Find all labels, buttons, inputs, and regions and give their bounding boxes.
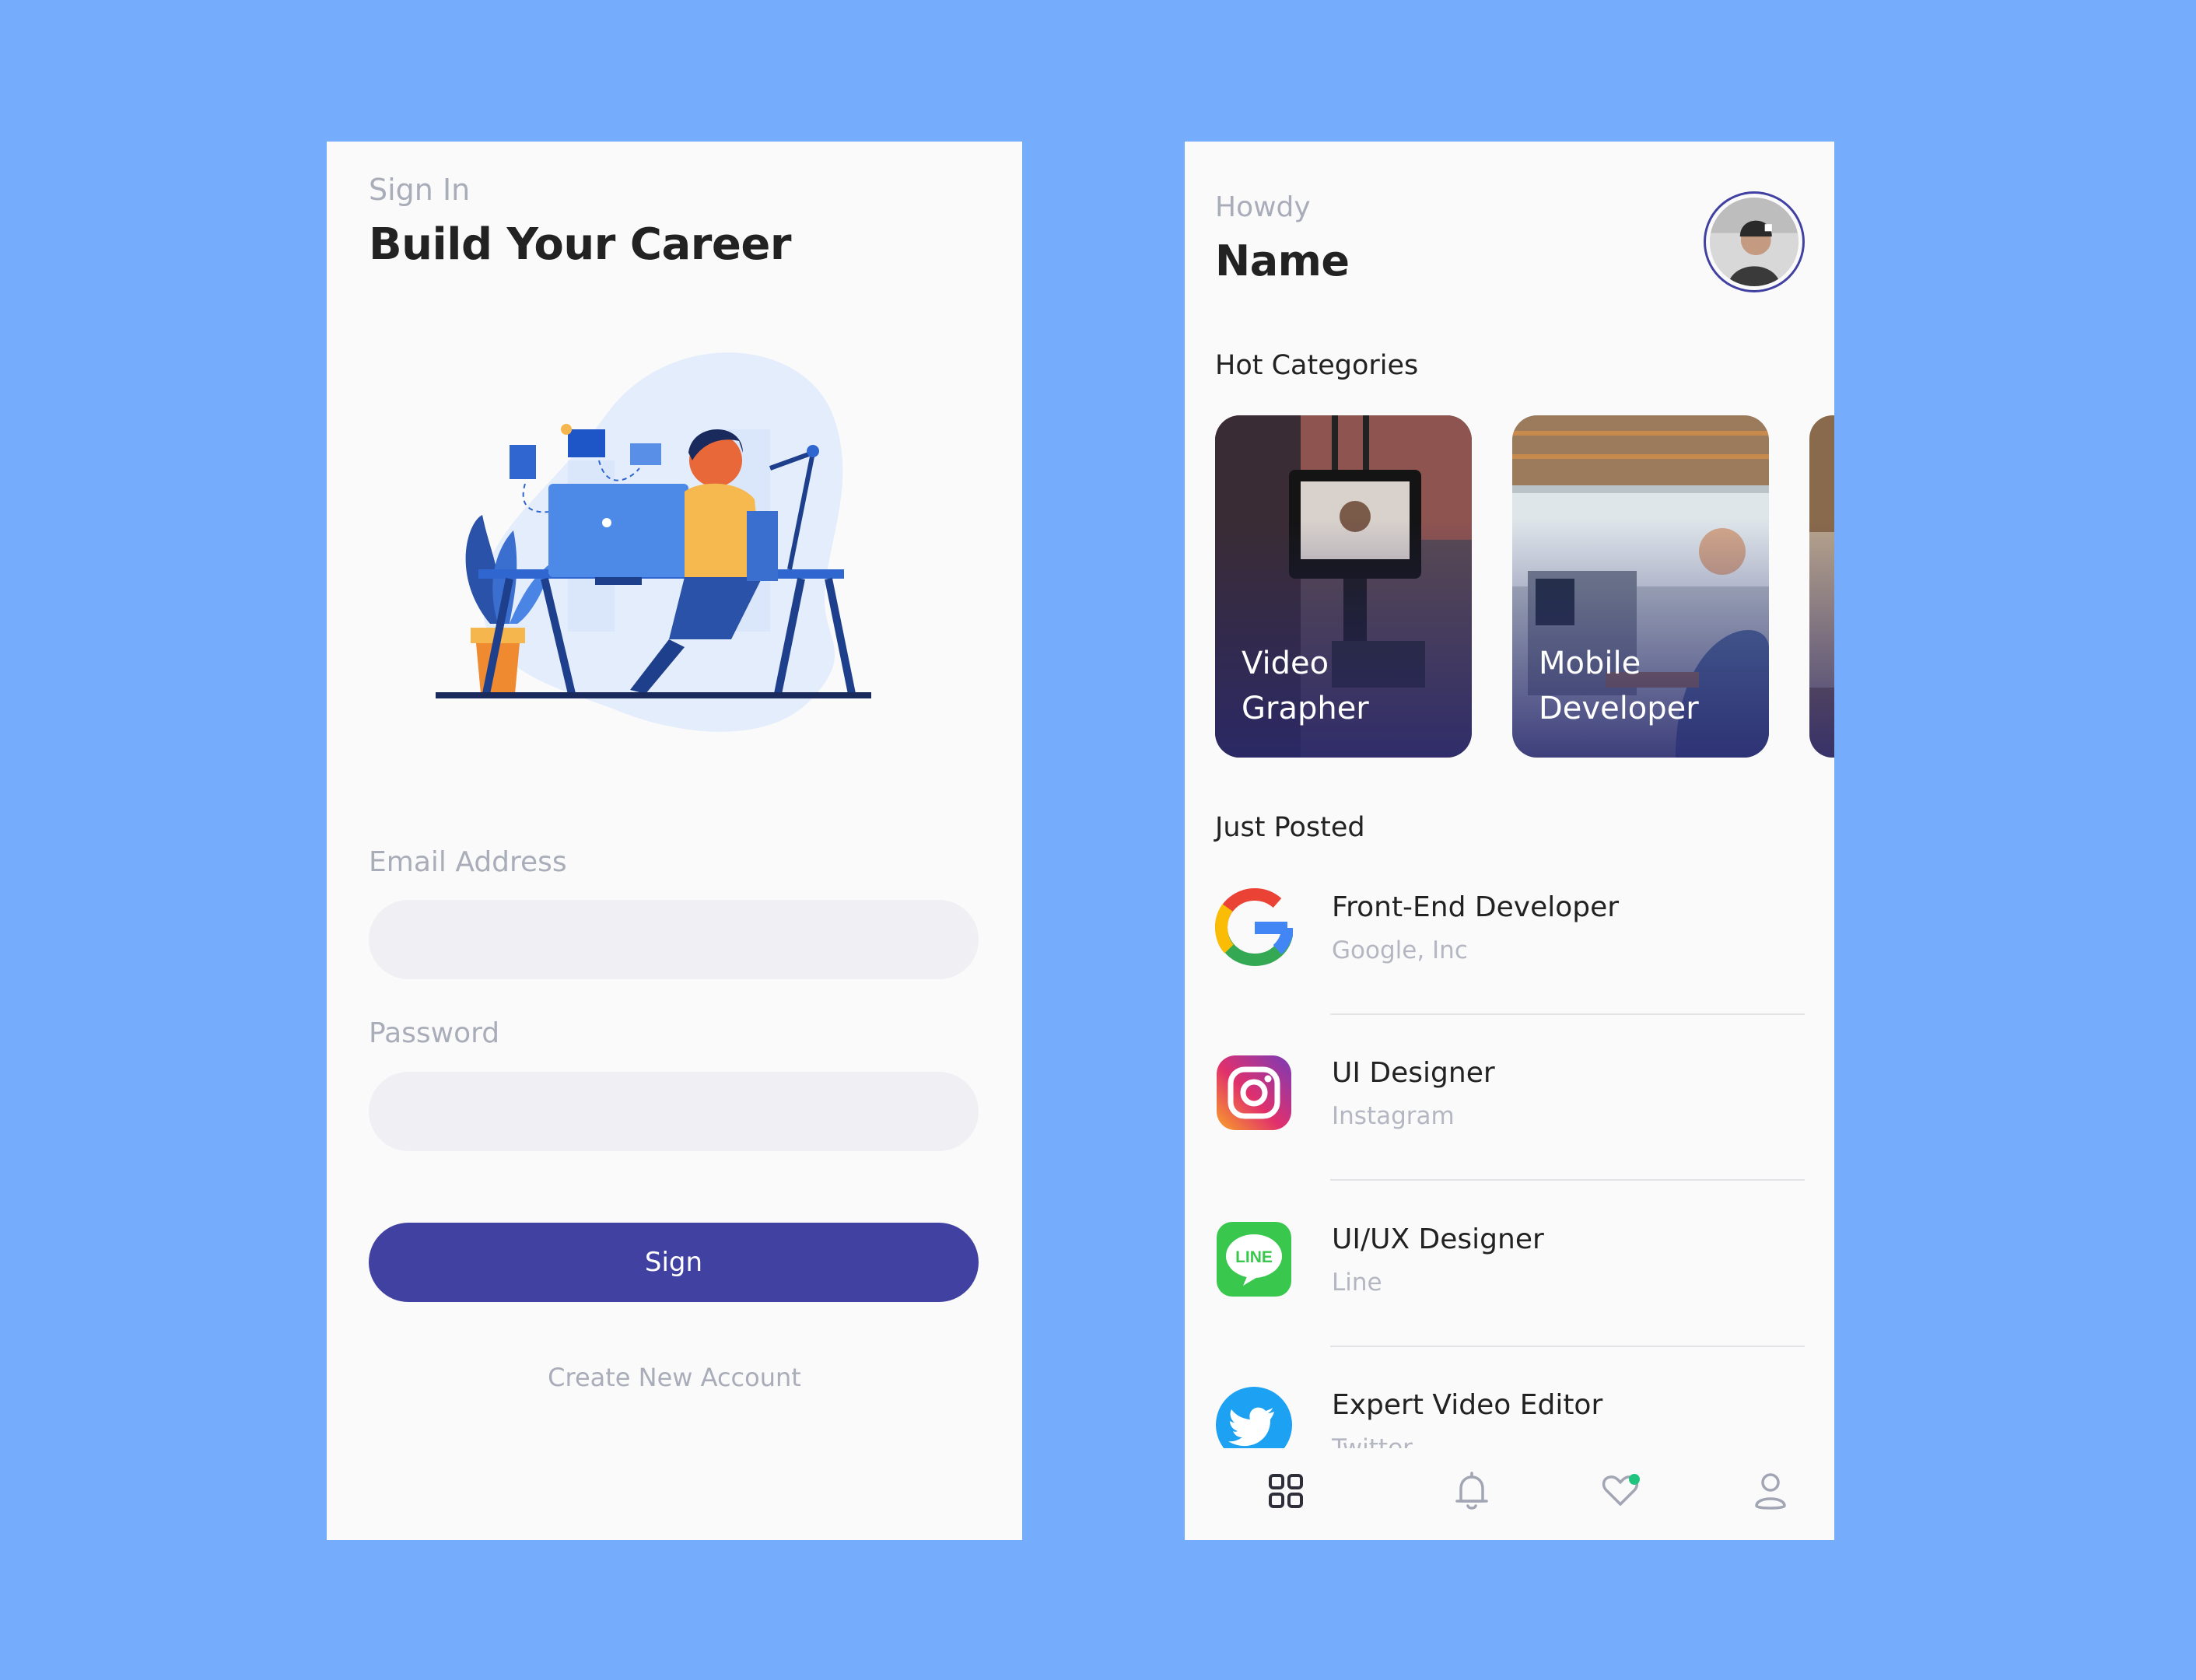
bottom-nav <box>1185 1448 1834 1540</box>
avatar[interactable] <box>1704 191 1805 292</box>
avatar-photo <box>1710 198 1798 286</box>
heart-icon <box>1602 1474 1640 1506</box>
nav-home[interactable] <box>1259 1464 1313 1518</box>
signin-eyebrow: Sign In <box>369 173 471 207</box>
greeting-label: Howdy <box>1215 191 1311 223</box>
line-logo-icon: LINE <box>1217 1222 1291 1297</box>
category-card-mobile-developer[interactable]: Mobile Developer <box>1512 415 1769 758</box>
category-label: Video Grapher <box>1242 646 1369 726</box>
job-item-front-end-developer[interactable]: Front-End Developer Google, Inc <box>1215 888 1806 997</box>
user-icon <box>1755 1473 1786 1510</box>
page-title: Build Your Career <box>369 219 791 270</box>
divider <box>1330 1346 1805 1347</box>
category-label: Mobile Developer <box>1539 646 1699 726</box>
sign-button[interactable]: Sign <box>369 1223 979 1302</box>
job-title: UI/UX Designer <box>1332 1223 1544 1255</box>
career-illustration <box>436 352 871 732</box>
nav-favorites[interactable] <box>1593 1464 1648 1518</box>
line-logo-text: LINE <box>1235 1248 1273 1266</box>
password-label: Password <box>369 1017 500 1049</box>
user-name: Name <box>1215 236 1350 285</box>
twitter-logo-icon <box>1216 1387 1292 1448</box>
job-company: Google, Inc <box>1332 936 1468 964</box>
home-screen: Howdy Name Hot Categories Video Grapher … <box>1185 142 1834 1540</box>
password-field[interactable] <box>369 1072 979 1151</box>
home-content: Howdy Name Hot Categories Video Grapher … <box>1185 142 1834 1448</box>
notification-dot <box>1629 1474 1640 1485</box>
job-item-ui-designer[interactable]: UI Designer Instagram <box>1215 1054 1806 1163</box>
email-field[interactable] <box>369 900 979 979</box>
bell-icon <box>1455 1472 1488 1510</box>
just-posted-title: Just Posted <box>1215 812 1365 843</box>
job-company: Twitter <box>1332 1434 1413 1448</box>
job-title: Front-End Developer <box>1332 891 1620 923</box>
job-item-expert-video-editor[interactable]: Expert Video Editor Twitter <box>1215 1386 1806 1448</box>
divider <box>1330 1013 1805 1015</box>
category-card-next[interactable] <box>1809 415 1834 758</box>
job-title: Expert Video Editor <box>1332 1389 1603 1421</box>
grid-icon <box>1269 1474 1303 1508</box>
nav-notifications[interactable] <box>1445 1464 1499 1518</box>
job-company: Line <box>1332 1269 1382 1297</box>
create-account-link[interactable]: Create New Account <box>327 1363 1022 1392</box>
nav-profile[interactable] <box>1743 1464 1798 1518</box>
signin-screen: Sign In Build Your Career Email Address … <box>327 142 1022 1540</box>
hot-categories-title: Hot Categories <box>1215 350 1419 381</box>
category-card-video-grapher[interactable]: Video Grapher <box>1215 415 1472 758</box>
job-item-ui-ux-designer[interactable]: LINE UI/UX Designer Line <box>1215 1220 1806 1329</box>
email-label: Email Address <box>369 846 567 878</box>
divider <box>1330 1179 1805 1181</box>
job-company: Instagram <box>1332 1102 1455 1130</box>
instagram-logo-icon <box>1217 1055 1291 1130</box>
job-title: UI Designer <box>1332 1057 1495 1089</box>
google-logo-icon <box>1215 888 1293 966</box>
